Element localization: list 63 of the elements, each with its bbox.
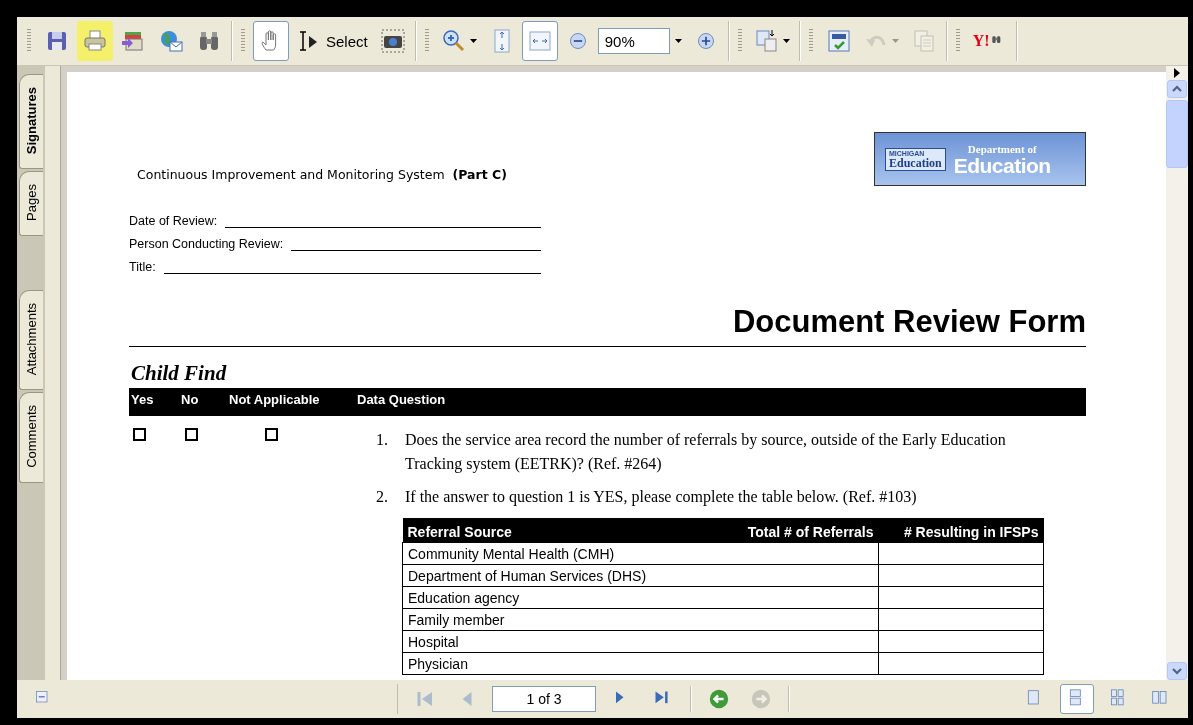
logo-text: Department of (967, 142, 1037, 155)
column-heading: Referral Source (402, 518, 621, 543)
view-mode-button[interactable] (1060, 684, 1094, 714)
binoculars-icon (197, 29, 221, 53)
hand-tool-button[interactable] (253, 21, 289, 61)
plus-circle-icon (695, 31, 716, 51)
yahoo-search-button[interactable]: Y! (967, 21, 1012, 61)
print-button[interactable] (77, 21, 113, 61)
side-tab[interactable]: Signatures (19, 74, 43, 170)
question-number: 2. (375, 487, 389, 507)
scroll-down-button[interactable] (1167, 662, 1187, 680)
folder-icon (121, 29, 145, 53)
checkmark-page-icon (826, 29, 851, 53)
checkbox[interactable] (185, 428, 198, 441)
question-number: 1. (375, 430, 389, 450)
caret-icon (782, 39, 790, 43)
document-header: Continuous Improvement and Monitoring System (Part C) (136, 167, 507, 184)
field-label: Date of Review: (129, 214, 218, 228)
fit-width-icon (527, 29, 552, 53)
checkbox[interactable] (133, 428, 146, 441)
logo-text: Education (889, 156, 942, 169)
caret-icon (675, 39, 683, 43)
scroll-up-button[interactable] (1167, 80, 1187, 98)
table-cell: Physician (402, 652, 879, 675)
first-page-icon (417, 691, 433, 707)
column-heading: Total # of Referrals (620, 518, 879, 543)
side-tab[interactable]: Pages (19, 171, 43, 237)
fit-width-button[interactable] (521, 21, 558, 61)
field-label: Person Conducting Review: (129, 237, 284, 251)
table-cell: Department of Human Services (DHS) (402, 564, 879, 587)
checkbox[interactable] (265, 428, 278, 441)
side-tab[interactable]: Attachments (19, 290, 43, 391)
magnifier-plus-icon (441, 29, 466, 53)
zoom-field[interactable]: 90% (597, 28, 670, 54)
column-heading: Not Applicable (228, 392, 321, 407)
form-title: Document Review Form (731, 304, 1086, 340)
printer-icon (83, 29, 107, 53)
expand-arrow-icon (1172, 66, 1182, 80)
copy-icon (911, 29, 936, 53)
table-cell: Community Mental Health (CMH) (402, 542, 879, 565)
column-heading: Data Question (356, 392, 447, 407)
logo-text: Education (953, 154, 1051, 176)
section-heading: Child Find (131, 361, 228, 386)
page-number-field[interactable]: 1 of 3 (492, 686, 596, 712)
table-cell: Education agency (402, 586, 879, 609)
minus-circle-icon (567, 31, 588, 51)
column-heading: # Resulting in IFSPs (878, 518, 1044, 543)
pages-icon (754, 29, 779, 53)
select-tool-button[interactable]: Select (291, 21, 373, 61)
column-heading: No (180, 392, 200, 407)
left-triangle-icon (462, 692, 472, 706)
field-label: Title: (129, 260, 156, 274)
table-cell: Family member (402, 608, 879, 631)
column-heading: Yes (130, 392, 155, 407)
scroll-thumb[interactable] (1166, 100, 1188, 168)
question-text: If the answer to question 1 is YES, please complete the table below. (Ref. #103) (405, 487, 917, 508)
caret-icon (891, 39, 899, 43)
camera-icon (380, 29, 405, 53)
side-tab[interactable]: Comments (19, 392, 43, 484)
caret-icon (469, 39, 477, 43)
question-text: Does the service area record the number of referrals by source, outside of the Early Education Tracking system (EETRK)? (Ref. #264) (405, 430, 1007, 475)
table-cell: Hospital (402, 630, 879, 653)
globe-envelope-icon (159, 29, 183, 53)
